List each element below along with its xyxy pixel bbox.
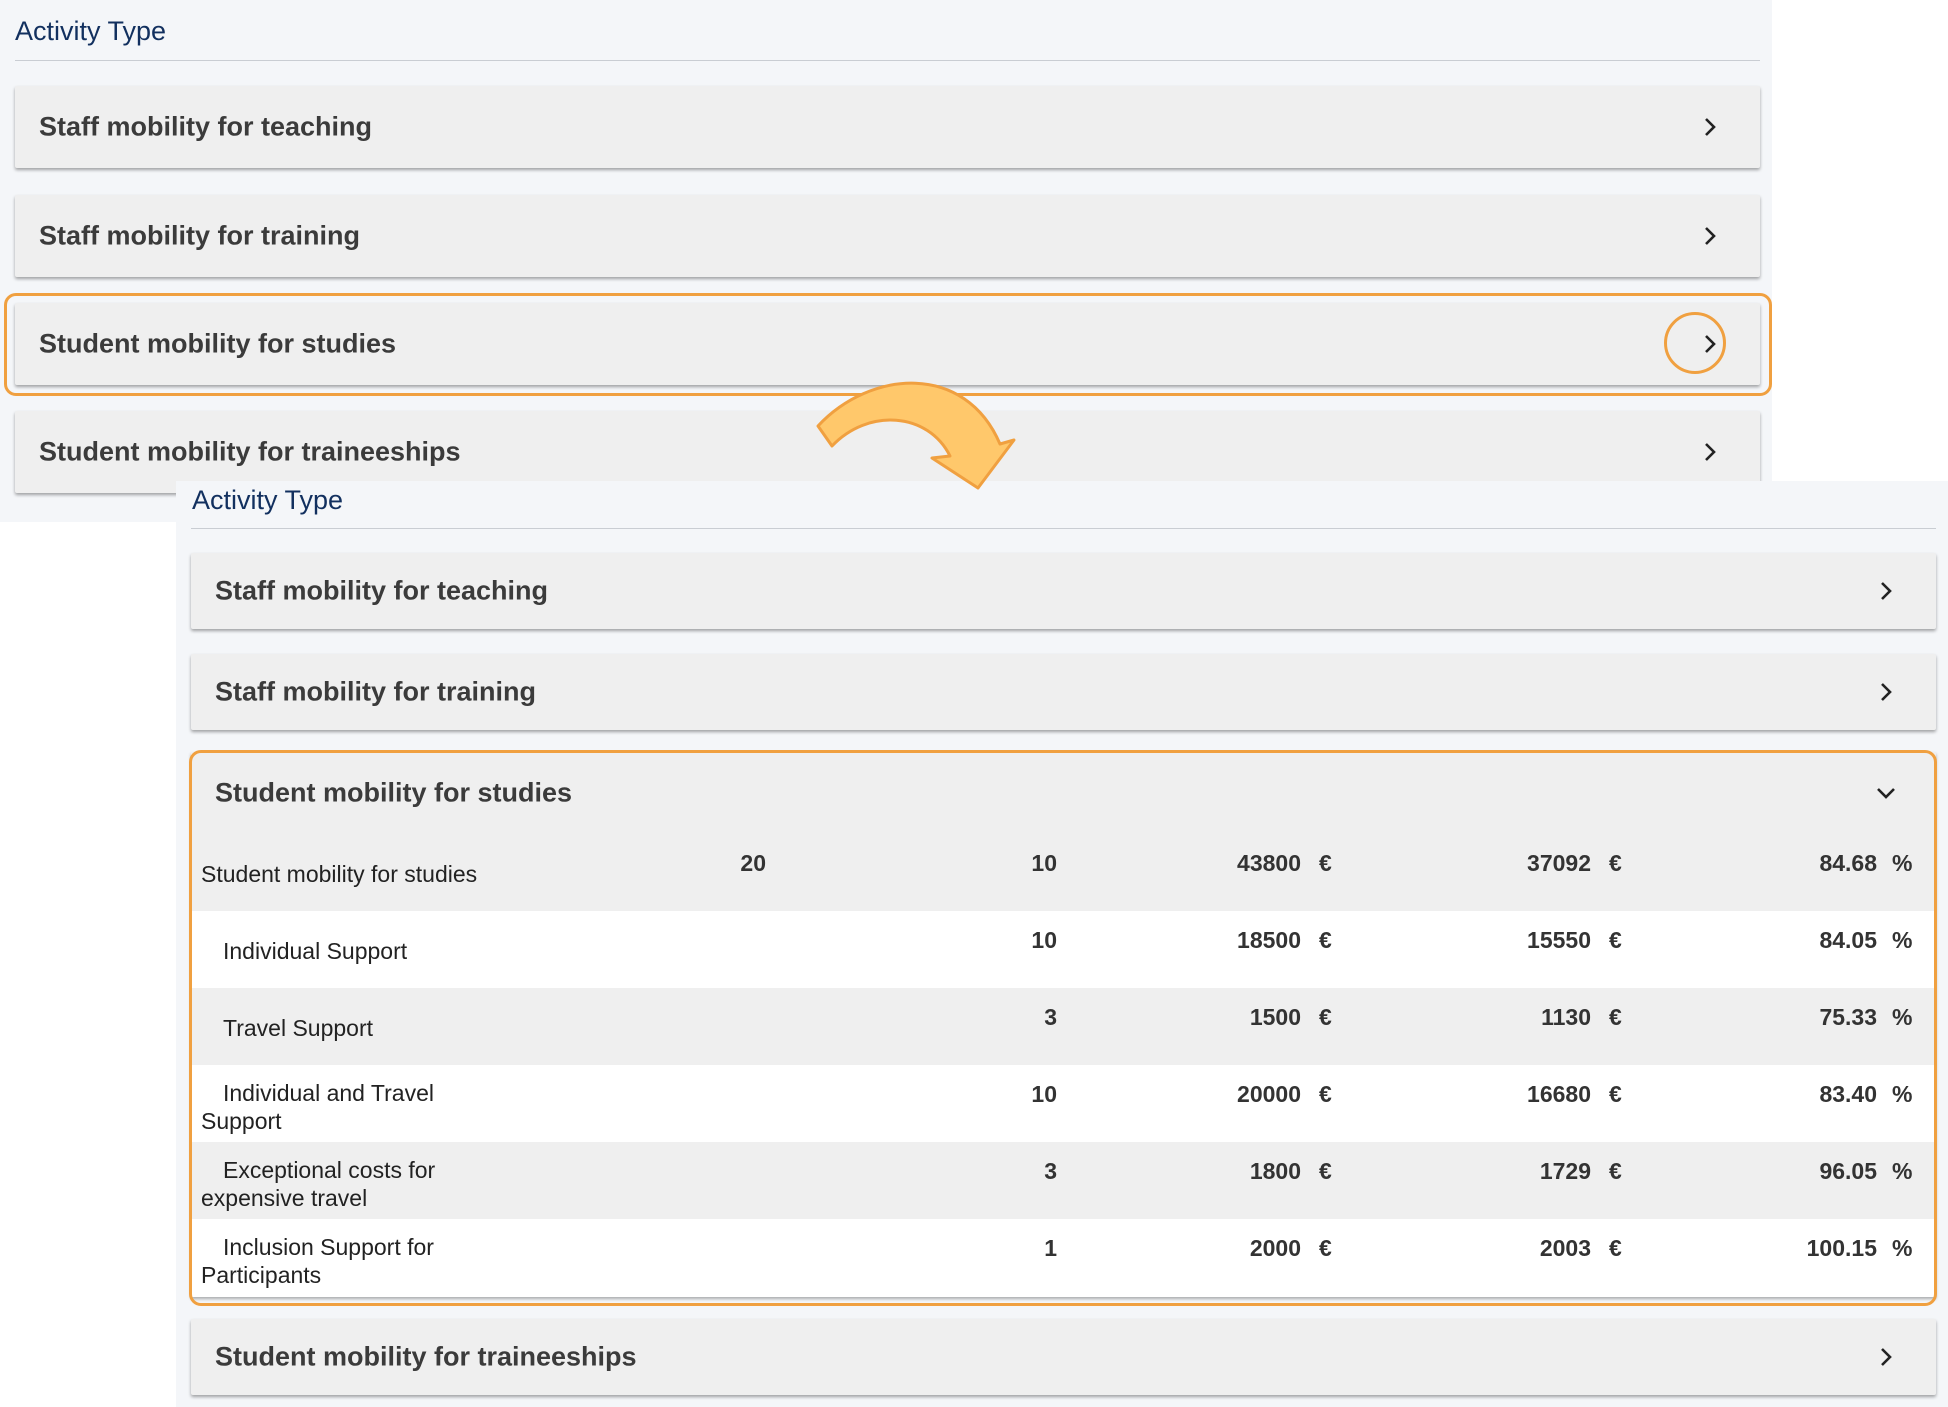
accordion-header[interactable]: Student mobility for studies [191,752,1936,835]
value-col3: 1500 [1249,1004,1301,1030]
chevron-right-icon[interactable] [1864,569,1908,613]
value-col3: 20000 [1237,1081,1301,1107]
accordion-staff-training[interactable]: Staff mobility for training [191,654,1936,730]
accordion-staff-teaching[interactable]: Staff mobility for teaching [191,553,1936,629]
value-col2: 1 [1044,1235,1057,1261]
value-col3: 18500 [1237,927,1301,953]
value-col2: 3 [1044,1158,1057,1184]
accordion-label: Staff mobility for teaching [39,111,373,142]
row-label: Travel Support [201,1014,501,1042]
unit-col3: € [1319,927,1332,953]
row-label: Individual Support [201,937,501,965]
value-col4: 2003 [1539,1235,1591,1261]
value-col2: 3 [1044,1004,1057,1030]
row-label-line1: Travel Support [223,1015,373,1041]
curved-arrow-icon [816,381,1016,490]
chevron-right-icon[interactable] [1864,1335,1908,1379]
unit-col4: € [1609,850,1622,876]
unit-col3: € [1319,1081,1332,1107]
unit-col3: € [1319,850,1332,876]
unit-col5: % [1892,850,1913,876]
table-row-summary: Student mobility for studies 20 10 43800… [191,834,1936,911]
value-col4: 1130 [1541,1004,1591,1030]
row-label-line2: expensive travel [201,1185,368,1211]
value-col2: 10 [1031,850,1057,876]
value-col3: 43800 [1237,850,1301,876]
panel-title: Activity Type [15,16,167,46]
unit-col4: € [1609,1235,1622,1261]
value-col2: 10 [1031,1081,1057,1107]
value-col5: 75.33 [1819,1004,1877,1030]
row-label-line1: Individual and Travel [223,1080,434,1106]
chevron-right-icon[interactable] [1688,214,1732,258]
chevron-right-icon[interactable] [1688,430,1732,474]
row-label-line2: Support [201,1108,282,1134]
unit-col3: € [1319,1235,1332,1261]
unit-col5: % [1892,1158,1913,1184]
unit-col4: € [1609,1158,1622,1184]
accordion-student-traineeships[interactable]: Student mobility for traineeships [191,1319,1936,1395]
highlight-circle [1664,312,1726,374]
panel-title: Activity Type [192,485,344,515]
value-col4: 37092 [1527,850,1591,876]
accordion-student-studies-expanded: Student mobility for studies Student mob… [191,752,1936,1297]
unit-col3: € [1319,1004,1332,1030]
value-col2: 10 [1031,927,1057,953]
value-col1: 20 [740,850,766,876]
row-label: Individual and Travel Support [201,1079,501,1135]
value-col4: 1729 [1539,1158,1591,1184]
table-row: Exceptional costs for expensive travel 3 … [191,1142,1936,1219]
divider [15,60,1760,61]
table-row: Travel Support 3 1500 € 1130 € 75.33 % [191,988,1936,1065]
value-col5: 100.15 [1806,1235,1877,1261]
value-col5: 83.40 [1819,1081,1877,1107]
accordion-label: Student mobility for studies [39,328,397,359]
value-col5: 84.05 [1819,927,1877,953]
table-row: Individual and Travel Support 10 20000 € … [191,1065,1936,1142]
row-label-line1: Individual Support [223,938,408,964]
accordion-staff-training[interactable]: Staff mobility for training [15,195,1760,277]
accordion-label: Staff mobility for teaching [215,575,549,606]
value-col4: 16680 [1527,1081,1591,1107]
unit-col5: % [1892,1004,1913,1030]
unit-col4: € [1609,1004,1622,1030]
unit-col5: % [1892,1081,1913,1107]
unit-col4: € [1609,1081,1622,1107]
row-label: Inclusion Support for Participants [201,1233,501,1289]
row-label-line2: Participants [201,1262,322,1288]
row-label: Student mobility for studies [201,861,478,887]
accordion-label: Staff mobility for training [215,676,536,707]
unit-col3: € [1319,1158,1332,1184]
unit-col4: € [1609,927,1622,953]
row-label-line1: Inclusion Support for [223,1234,434,1260]
divider [191,528,1936,529]
chevron-right-icon[interactable] [1688,105,1732,149]
chevron-down-icon[interactable] [1864,771,1908,815]
value-col5: 84.68 [1819,850,1877,876]
row-label: Exceptional costs for expensive travel [201,1156,501,1212]
accordion-label: Student mobility for studies [215,777,573,808]
table-row: Inclusion Support for Participants 1 2000… [191,1219,1936,1296]
value-col3: 1800 [1249,1158,1301,1184]
value-col4: 15550 [1527,927,1591,953]
accordion-label: Student mobility for traineeships [39,436,461,467]
value-col5: 96.05 [1819,1158,1877,1184]
accordion-label: Staff mobility for training [39,220,360,251]
accordion-staff-teaching[interactable]: Staff mobility for teaching [15,86,1760,168]
accordion-label: Student mobility for traineeships [215,1341,637,1372]
chevron-right-icon[interactable] [1864,670,1908,714]
table-row: Individual Support 10 18500 € 15550 € 84… [191,911,1936,988]
value-col3: 2000 [1249,1235,1301,1261]
row-label-line1: Exceptional costs for [223,1157,436,1183]
unit-col5: % [1892,1235,1913,1261]
unit-col5: % [1892,927,1913,953]
bottom-panel: Activity Type Staff mobility for teachin… [176,481,1948,1407]
